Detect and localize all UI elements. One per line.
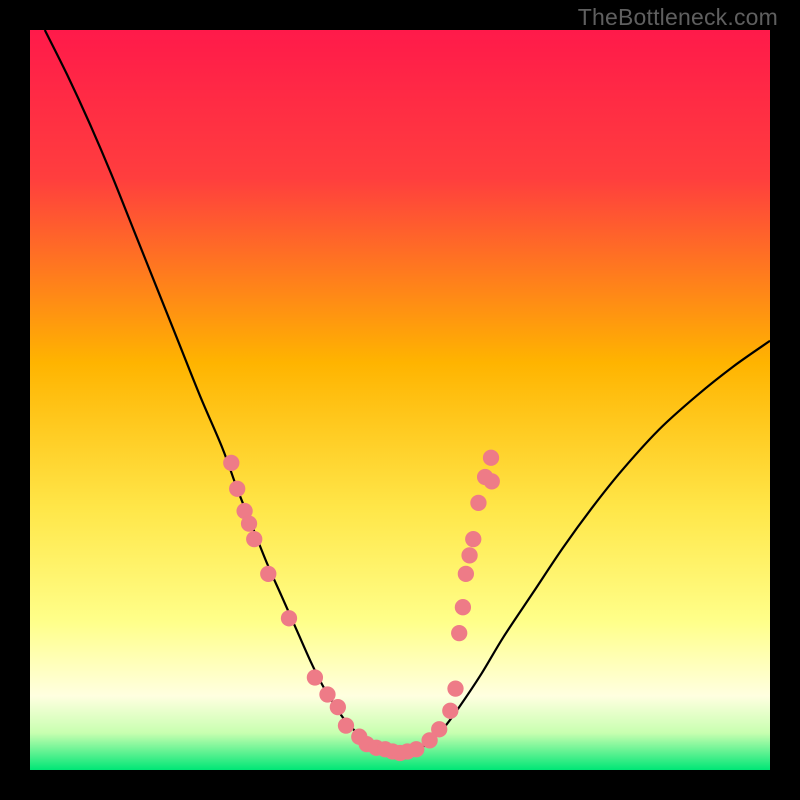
scatter-point [307,669,323,685]
scatter-point [246,531,262,547]
watermark-text: TheBottleneck.com [578,4,778,31]
scatter-point [330,699,346,715]
scatter-point [461,547,477,563]
scatter-point [484,473,500,489]
scatter-point [319,686,335,702]
scatter-point [442,703,458,719]
gradient-background [30,30,770,770]
scatter-point [431,721,447,737]
scatter-point [260,566,276,582]
scatter-point [281,610,297,626]
scatter-point [470,495,486,511]
scatter-point [451,625,467,641]
scatter-point [483,450,499,466]
scatter-point [455,599,471,615]
chart-container: TheBottleneck.com [0,0,800,800]
scatter-point [338,717,354,733]
scatter-point [408,741,424,757]
bottleneck-plot [30,30,770,770]
plot-area [30,30,770,770]
scatter-point [229,481,245,497]
scatter-point [241,515,257,531]
scatter-point [458,566,474,582]
scatter-point [447,680,463,696]
scatter-point [223,455,239,471]
scatter-point [465,531,481,547]
